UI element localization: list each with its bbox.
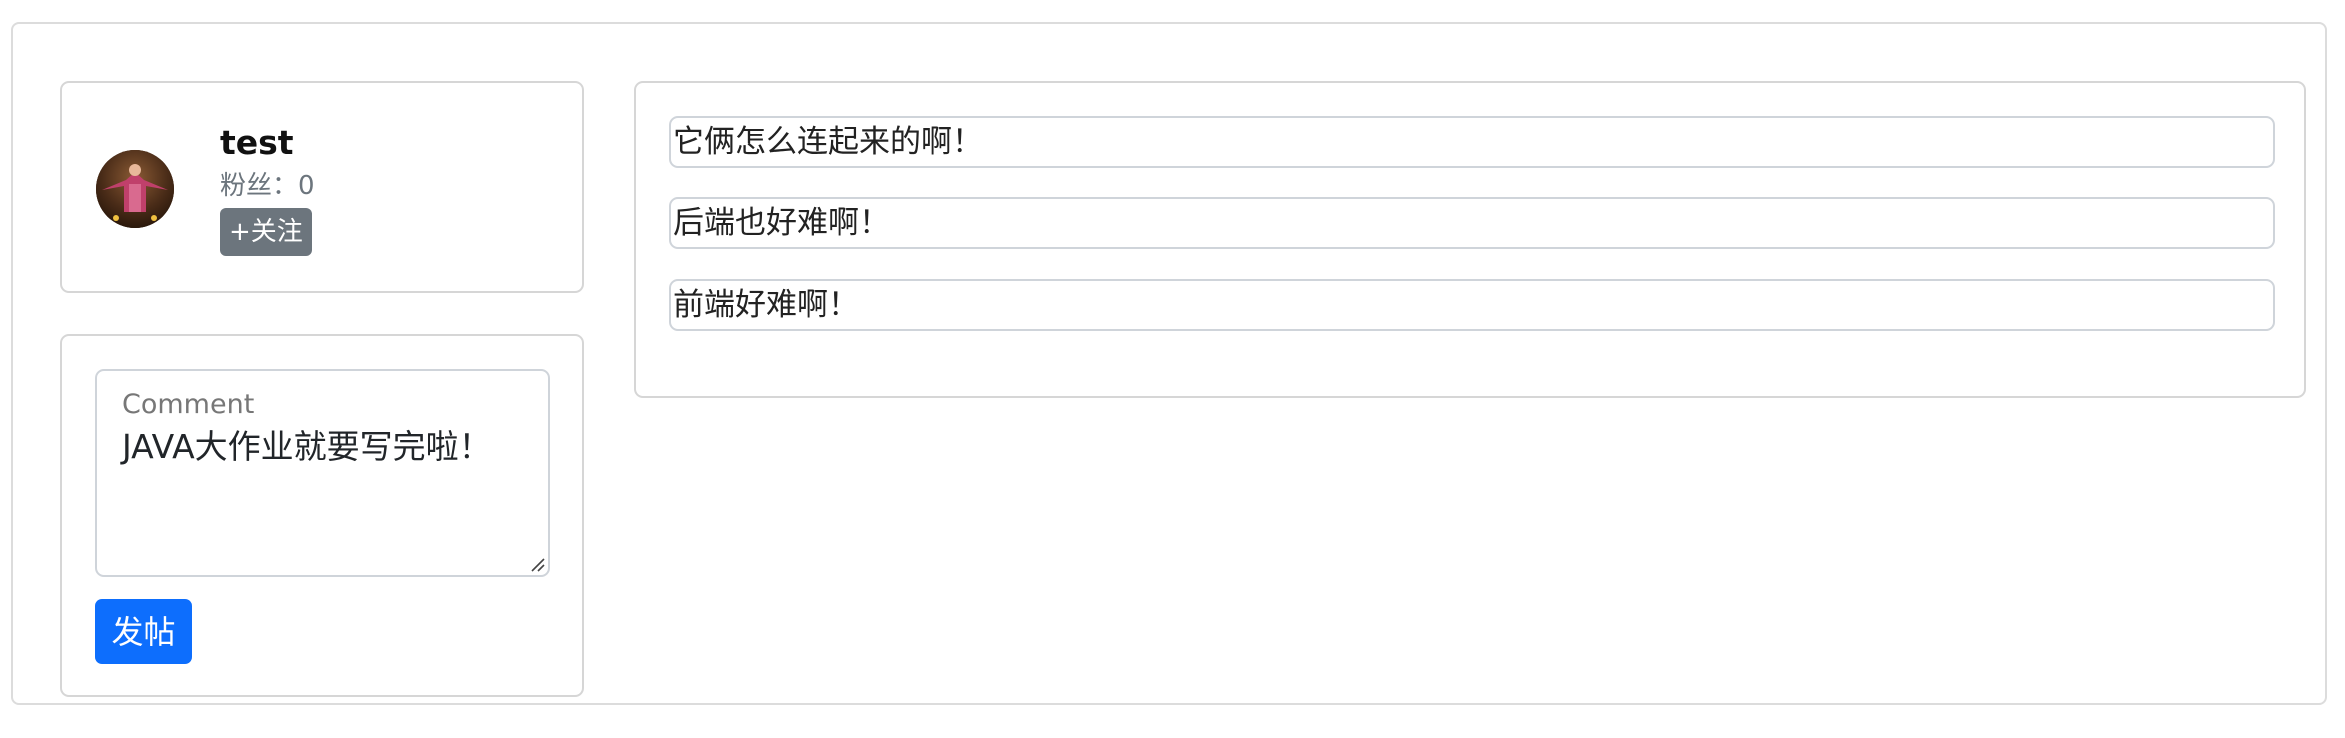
user-avatar-icon	[96, 150, 174, 228]
post-item[interactable]: 前端好难啊！	[669, 279, 2275, 331]
comment-textarea[interactable]: Comment JAVA大作业就要写完啦！	[95, 369, 550, 577]
main-container: test 粉丝：0 +关注 Comment JAVA大作业就要写完啦！ 发帖 它…	[11, 22, 2327, 705]
post-item[interactable]: 后端也好难啊！	[669, 197, 2275, 249]
comment-text[interactable]: JAVA大作业就要写完啦！	[122, 426, 492, 468]
post-feed-card: 它俩怎么连起来的啊！ 后端也好难啊！ 前端好难啊！	[634, 81, 2306, 398]
post-item[interactable]: 它俩怎么连起来的啊！	[669, 116, 2275, 168]
submit-post-button[interactable]: 发帖	[95, 599, 192, 664]
follow-button[interactable]: +关注	[220, 208, 312, 256]
fans-value: 0	[298, 171, 315, 201]
fans-label: 粉丝：	[220, 171, 299, 201]
comment-floating-label: Comment	[122, 389, 255, 420]
fans-count: 粉丝：0	[220, 169, 315, 203]
resize-grip-icon[interactable]	[529, 556, 545, 572]
avatar	[96, 150, 174, 228]
post-composer-card: Comment JAVA大作业就要写完啦！ 发帖	[60, 334, 584, 697]
username: test	[220, 123, 294, 162]
profile-card: test 粉丝：0 +关注	[60, 81, 584, 293]
